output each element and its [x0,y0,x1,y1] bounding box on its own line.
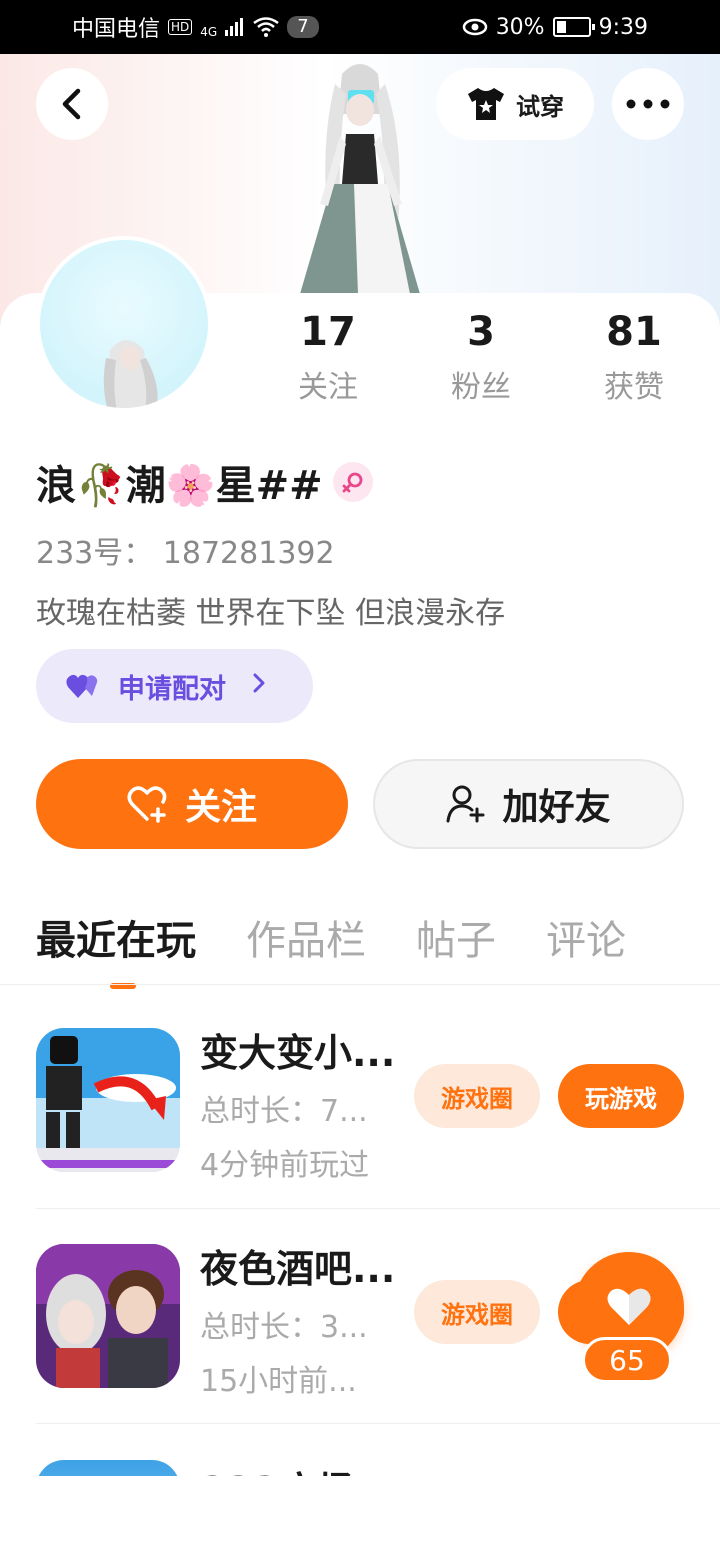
status-left: 中国电信 HD 4G 7 [20,11,319,43]
heart-plus-icon [127,786,167,823]
follow-label: 关注 [184,787,257,828]
game-icon [36,1460,180,1476]
following-label: 关注 [298,370,358,405]
stat-fans[interactable]: 3 粉丝 [411,306,551,412]
play-game-button[interactable]: 玩游戏 [558,1064,684,1128]
add-friend-button[interactable]: 加好友 [373,759,684,849]
game-icon [36,1244,180,1388]
tab-posts-label: 帖子 [416,918,496,964]
hd-icon: HD [168,19,193,35]
game-list-item[interactable]: 233广场 [36,1440,720,1476]
row-divider [36,1208,720,1209]
user-id: 233号： 187281392 [36,536,335,571]
status-right: 30% 9:39 [462,15,700,40]
game-title: 233广场 [200,1460,355,1476]
add-friend-label: 加好友 [502,787,611,828]
tshirt-icon [468,88,504,120]
signal-icon [225,18,244,36]
request-pair-label: 申请配对 [118,673,226,705]
stat-following[interactable]: 17 关注 [258,306,398,412]
game-list-item[interactable]: 变大变小... 总时长：7... 4分钟前玩过 游戏圈 玩游戏 [36,1000,684,1216]
likes-label: 获赞 [604,370,664,405]
try-on-button[interactable]: 试穿 [436,68,594,140]
game-circle-button[interactable]: 游戏圈 [414,1280,540,1344]
likes-count: 81 [606,309,662,355]
notification-count-badge: 7 [287,16,319,38]
avatar[interactable] [36,236,212,412]
fans-label: 粉丝 [451,370,511,405]
avatar-character-image [300,64,420,294]
tab-divider [0,984,720,985]
game-circle-button[interactable]: 游戏圈 [414,1064,540,1128]
request-pair-button[interactable]: 申请配对 [36,649,313,723]
username-row: 浪🥀潮🌸星## [36,452,373,512]
status-bar: 中国电信 HD 4G 7 30% 9:39 [0,0,720,54]
wifi-icon [253,17,279,37]
tab-comments[interactable]: 评论 [546,911,626,971]
add-user-icon [446,785,485,823]
female-gender-icon [332,462,373,502]
user-bio: 玫瑰在枯萎 世界在下坠 但浪漫永存 [36,596,506,631]
tab-recently-played[interactable]: 最近在玩 [36,911,196,989]
following-count: 17 [300,309,356,355]
chevron-right-icon [252,671,266,701]
game-duration: 总时长：3... [200,1310,368,1345]
network-label: 4G [200,25,218,39]
tab-comments-label: 评论 [546,918,626,964]
game-last-played: 4分钟前玩过 [200,1148,370,1183]
eye-comfort-icon [462,18,487,36]
more-dots-icon [626,99,670,109]
try-on-label: 试穿 [516,92,564,121]
carrier-label: 中国电信 [72,17,161,42]
back-button[interactable] [36,68,108,140]
clock: 9:39 [598,14,648,40]
tab-posts[interactable]: 帖子 [416,911,496,971]
game-icon [36,1028,180,1172]
fans-count: 3 [467,309,495,355]
follow-button[interactable]: 关注 [36,759,348,849]
stat-likes[interactable]: 81 获赞 [564,306,704,412]
battery-icon [552,17,595,37]
like-count-badge: 65 [582,1337,672,1383]
game-title: 变大变小... [200,1031,396,1075]
username: 浪🥀潮🌸星## [36,463,323,509]
back-arrow-icon [62,88,81,120]
profile-tabs: 最近在玩 作品栏 帖子 评论 [36,906,676,989]
tab-works[interactable]: 作品栏 [246,911,366,971]
game-duration: 总时长：7... [200,1094,368,1129]
tab-works-label: 作品栏 [246,918,366,964]
game-title: 夜色酒吧... [200,1247,396,1291]
battery-percent: 30% [495,14,545,40]
game-last-played: 15小时前... [200,1364,357,1399]
more-options-button[interactable] [612,68,684,140]
tab-recently-played-label: 最近在玩 [36,918,196,964]
heart-icon [607,1288,651,1325]
avatar-image [103,340,158,408]
double-heart-icon [66,674,98,698]
row-divider [36,1423,720,1424]
